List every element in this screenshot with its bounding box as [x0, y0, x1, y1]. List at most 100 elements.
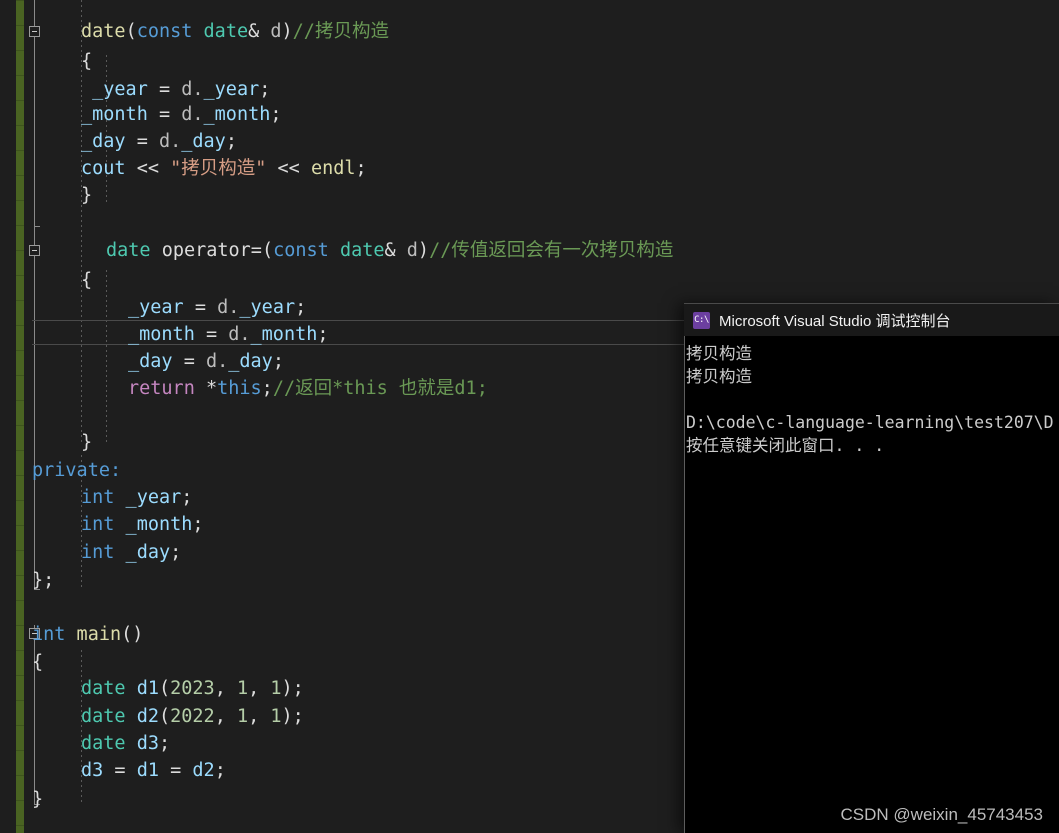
token-comment-return: //返回*this 也就是d1;	[272, 378, 488, 399]
token-type-date: date	[203, 21, 249, 42]
code-line-member-year[interactable]: int _year;	[81, 485, 192, 510]
token-brace: {	[32, 652, 44, 673]
token-d-dot: d.	[205, 351, 229, 372]
token-amp: &	[384, 240, 407, 261]
token-int-keyword: int	[81, 487, 115, 508]
token-comment-operator: //传值返回会有一次拷贝构造	[429, 240, 674, 261]
code-line-class-close[interactable]: };	[32, 568, 54, 593]
token-semicolon: ;	[295, 297, 307, 318]
code-line-cout[interactable]: cout << "拷贝构造" << endl;	[81, 156, 367, 181]
token-paren-close: )	[417, 240, 430, 261]
console-output-line: 拷贝构造	[686, 367, 752, 386]
code-line-main-brace-close[interactable]: }	[32, 787, 43, 812]
token-num-2023: 2023	[170, 678, 215, 699]
code-line-decl-d2[interactable]: date d2(2022, 1, 1);	[81, 704, 304, 729]
console-output-exit-path: D:\code\c-language-learning\test207\D	[686, 413, 1054, 432]
token-type-date: date	[81, 733, 126, 754]
csdn-watermark: CSDN @weixin_45743453	[840, 805, 1043, 824]
token-member-year-decl: _year	[114, 487, 182, 508]
code-line-private-label[interactable]: private:	[32, 458, 121, 483]
code-line-return-this[interactable]: return *this;//返回*this 也就是d1;	[128, 376, 488, 401]
token-endl: endl	[310, 158, 356, 179]
code-line-operator-assign-signature[interactable]: date operator=(const date& d)//传值返回会有一次拷…	[106, 238, 673, 263]
code-line-brace-open-1[interactable]: {	[81, 49, 92, 74]
code-line-decl-d1[interactable]: date d1(2023, 1, 1);	[81, 676, 304, 701]
console-output-area[interactable]: 拷贝构造 拷贝构造 D:\code\c-language-learning\te…	[684, 336, 1059, 833]
token-ctor-name: date	[81, 21, 126, 42]
token-return-keyword: return	[128, 378, 195, 399]
debug-console-window[interactable]: C:\ Microsoft Visual Studio 调试控制台 拷贝构造 拷…	[684, 303, 1059, 833]
token-var-d1: d1	[136, 760, 159, 781]
console-titlebar[interactable]: C:\ Microsoft Visual Studio 调试控制台	[684, 303, 1059, 336]
token-semicolon: ;	[214, 760, 226, 781]
token-param-d: d	[406, 240, 418, 261]
token-semicolon: ;	[158, 733, 171, 754]
token-semicolon: ;	[259, 79, 271, 100]
token-member-year: _year	[81, 79, 148, 100]
code-line-assign-month-2[interactable]: _month = d._month;	[128, 322, 329, 347]
token-paren-open: (	[261, 240, 274, 261]
token-d-dot: d.	[217, 297, 240, 318]
token-var-d2: d2	[192, 760, 215, 781]
token-eq: =	[194, 324, 229, 345]
code-line-member-month[interactable]: int _month;	[81, 512, 204, 537]
token-semicolon: ;	[225, 131, 237, 152]
token-paren-open: (	[125, 21, 137, 42]
token-var-d2: d2	[125, 706, 159, 727]
token-comma1: ,	[214, 678, 237, 699]
code-line-decl-d3[interactable]: date d3;	[81, 731, 170, 756]
token-eq: =	[172, 351, 206, 372]
token-member-month: _month	[128, 324, 195, 345]
code-line-assign-year-2[interactable]: _year = d._year;	[128, 295, 306, 320]
token-brace: }	[81, 185, 93, 206]
token-param-d: d	[270, 21, 282, 42]
token-type-date: date	[339, 240, 385, 261]
token-cout: cout	[81, 158, 126, 179]
code-line-main-signature[interactable]: int main()	[32, 622, 143, 647]
token-eq: =	[125, 131, 159, 152]
token-member-day: _day	[81, 131, 126, 152]
token-d-dot: d.	[181, 79, 204, 100]
code-line-copy-ctor-signature[interactable]: date(const date& d)//拷贝构造	[81, 19, 389, 44]
token-paren-open: (	[158, 678, 171, 699]
token-shift-left: <<	[125, 158, 171, 179]
token-eq: =	[147, 104, 182, 125]
code-line-brace-close-1[interactable]: }	[81, 183, 92, 208]
token-semicolon: ;	[261, 378, 273, 399]
code-line-assign-year-1[interactable]: _year = d._year;	[81, 77, 270, 102]
code-line-member-day[interactable]: int _day;	[81, 540, 181, 565]
token-comma2: ,	[248, 678, 271, 699]
token-const: const	[273, 240, 329, 261]
code-line-brace-close-2[interactable]: }	[81, 430, 92, 455]
token-var-d3: d3	[81, 760, 104, 781]
token-main-name: main	[65, 624, 122, 645]
code-line-assign-day-2[interactable]: _day = d._day;	[128, 349, 284, 374]
token-brace: {	[81, 51, 93, 72]
token-space1	[192, 21, 203, 42]
console-output-press-any-key: 按任意键关闭此窗口. . .	[686, 436, 885, 455]
token-d-month: _month	[250, 324, 318, 345]
token-this-keyword: this	[217, 378, 262, 399]
token-semicolon: ;	[317, 324, 329, 345]
code-line-chained-assign[interactable]: d3 = d1 = d2;	[81, 758, 226, 783]
token-type-date: date	[81, 706, 126, 727]
token-member-day-decl: _day	[114, 542, 171, 563]
code-line-assign-day-1[interactable]: _day = d._day;	[81, 129, 237, 154]
token-comma1: ,	[214, 706, 237, 727]
token-brace: {	[81, 270, 93, 291]
token-const: const	[136, 21, 193, 42]
token-semicolon: ;	[272, 351, 284, 372]
token-eq: =	[183, 297, 218, 318]
code-line-assign-month-1[interactable]: _month = d._month;	[81, 102, 282, 127]
token-int-keyword: int	[81, 542, 115, 563]
token-brace: }	[32, 789, 44, 810]
code-line-main-brace-open[interactable]: {	[32, 650, 43, 675]
token-class-close: };	[32, 570, 55, 591]
token-var-d3: d3	[125, 733, 159, 754]
code-line-brace-open-2[interactable]: {	[81, 268, 92, 293]
token-comment-copy-ctor: //拷贝构造	[292, 21, 389, 42]
token-var-d1: d1	[125, 678, 159, 699]
token-type-date: date	[81, 678, 126, 699]
token-brace: }	[81, 432, 93, 453]
token-member-month: _month	[81, 104, 148, 125]
